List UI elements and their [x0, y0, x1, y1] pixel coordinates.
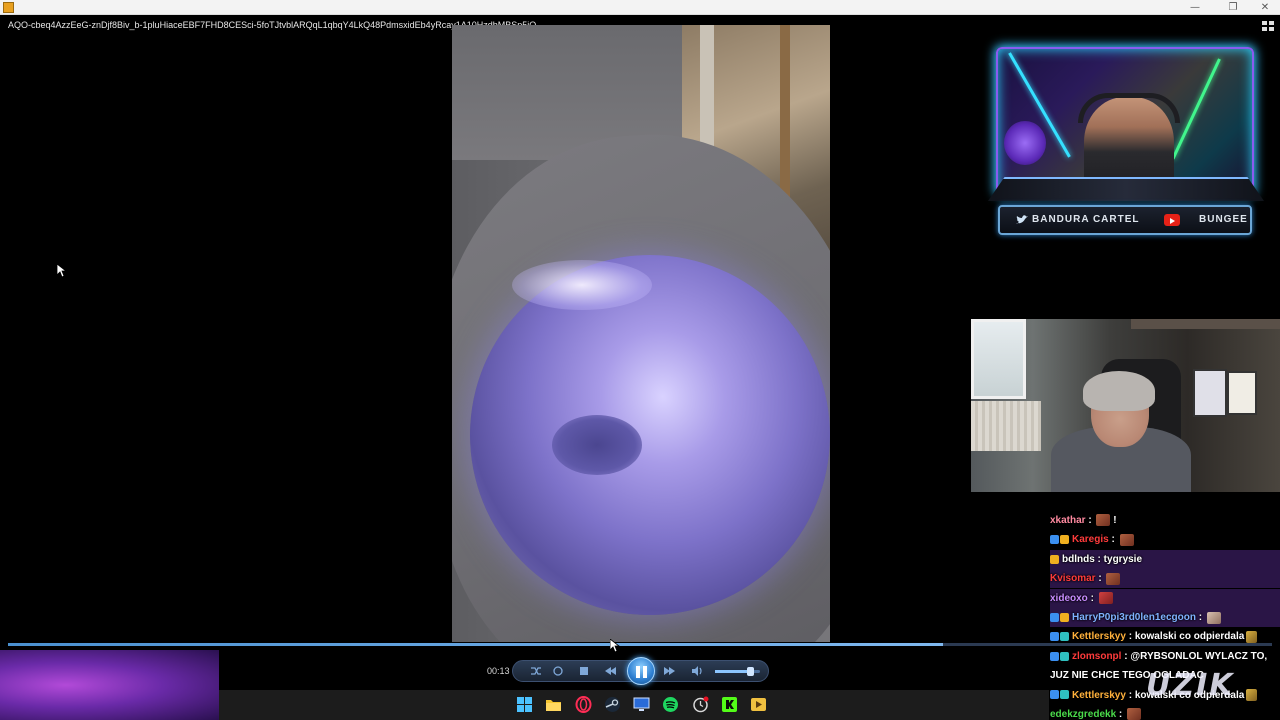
- blue-badge-icon: [1050, 690, 1059, 700]
- lion-logo-icon: [1004, 121, 1046, 165]
- chat-emote-icon: [1206, 611, 1221, 624]
- chat-message: HarryP0pi3rd0len1ecgoon :: [1050, 608, 1280, 627]
- chat-username[interactable]: Kettlerskyy: [1072, 632, 1126, 643]
- chat-username[interactable]: edekzgredekk: [1050, 709, 1116, 720]
- teal-badge-icon: [1060, 632, 1069, 642]
- repeat-icon[interactable]: [551, 664, 565, 678]
- chat-username[interactable]: xkathar: [1050, 515, 1086, 526]
- mouse-cursor-icon: [57, 264, 67, 278]
- chat-badges: [1050, 686, 1070, 705]
- fullscreen-icon[interactable]: [1261, 20, 1275, 32]
- purple-thumbnail: [0, 650, 219, 720]
- file-explorer-icon[interactable]: [545, 696, 562, 713]
- shuffle-icon[interactable]: [529, 664, 543, 678]
- blue-badge-icon: [1050, 632, 1059, 642]
- webcam-feed: [971, 319, 1280, 492]
- chat-emote-icon: [1246, 630, 1258, 643]
- chat-badges: [1050, 550, 1060, 569]
- chat-username[interactable]: zlomsonpl: [1072, 651, 1121, 662]
- chat-message: Kvisomar :: [1050, 569, 1280, 589]
- chat-badges: [1050, 647, 1070, 666]
- chat-message: xkathar : !: [1050, 514, 1117, 527]
- close-button[interactable]: ✕: [1248, 0, 1280, 15]
- chat-username[interactable]: Kettlerskyy: [1072, 690, 1126, 701]
- teal-badge-icon: [1060, 651, 1069, 661]
- chat-text: tygrysie: [1103, 553, 1143, 565]
- chat-emote-icon: [1127, 708, 1142, 720]
- chat-username[interactable]: bdlnds: [1062, 554, 1095, 565]
- seek-bar-progress: [8, 643, 944, 646]
- teal-badge-icon: [1060, 690, 1069, 700]
- stop-icon[interactable]: [577, 664, 591, 678]
- chat-emote-icon: [1119, 533, 1134, 546]
- window-titlebar: — ❐ ✕: [0, 0, 1280, 15]
- overlay-frame-bottom: [988, 177, 1264, 201]
- chat-username[interactable]: Karegis: [1072, 535, 1109, 546]
- blue-badge-icon: [1050, 535, 1059, 545]
- windows-start-icon[interactable]: [516, 696, 533, 713]
- chat-message: bdlnds : tygrysie: [1050, 549, 1280, 569]
- chat-text: kowalski co odpierdala: [1134, 631, 1245, 643]
- blue-badge-icon: [1050, 651, 1059, 661]
- volume-level: [715, 670, 751, 673]
- twitter-icon: [1016, 215, 1028, 224]
- opera-gx-icon[interactable]: [575, 696, 592, 713]
- gold-badge-icon: [1060, 612, 1069, 622]
- pause-button[interactable]: [627, 657, 655, 685]
- social-twitter-handle: BANDURA CARTEL: [1032, 214, 1140, 225]
- desktop: — ❐ ✕ AQO-cbeq4AzzEeG-znDjf8Biv_b-1pluHi…: [0, 0, 1280, 720]
- chat-emote-icon: [1246, 689, 1258, 702]
- spotify-icon[interactable]: [662, 696, 679, 713]
- streamer-cam-overlay: [996, 47, 1254, 195]
- chat-badges: [1050, 530, 1070, 549]
- headset-icon: [1078, 93, 1180, 123]
- previous-icon[interactable]: [604, 664, 618, 678]
- chat-username[interactable]: Kvisomar: [1050, 573, 1096, 584]
- chat-emote-icon: [1106, 572, 1121, 585]
- clock-app-icon[interactable]: [692, 696, 709, 713]
- volume-slider-handle[interactable]: [747, 667, 754, 676]
- gold-badge-icon: [1050, 554, 1059, 564]
- chat-badges: [1050, 608, 1070, 627]
- social-links-bar: BANDURA CARTEL BUNGEE: [998, 205, 1252, 235]
- seek-bar[interactable]: [8, 643, 1272, 646]
- channel-watermark: UZIK: [1146, 668, 1235, 703]
- media-player-icon[interactable]: [750, 696, 767, 713]
- chat-emote-icon: [1096, 514, 1111, 527]
- volume-icon[interactable]: [690, 664, 704, 678]
- gold-badge-icon: [1060, 535, 1069, 545]
- chat-username[interactable]: HarryP0pi3rd0len1ecgoon: [1072, 612, 1196, 623]
- chat-message: zlomsonpl : @RYBSONLOL WYLACZ TO,: [1050, 647, 1280, 666]
- chat-text: @RYBSONLOL WYLACZ TO,: [1130, 650, 1268, 662]
- seek-cursor-icon: [610, 639, 620, 653]
- maximize-button[interactable]: ❐: [1216, 0, 1250, 15]
- social-youtube-handle: BUNGEE: [1199, 214, 1248, 225]
- next-icon[interactable]: [662, 664, 676, 678]
- blue-badge-icon: [1050, 612, 1059, 622]
- chat-message: Karegis :: [1050, 530, 1280, 549]
- steam-icon[interactable]: [604, 696, 621, 713]
- chat-message: xideoxo :: [1050, 588, 1280, 608]
- chat-emote-icon: [1098, 591, 1113, 604]
- media-player-app-icon: [3, 2, 14, 13]
- elapsed-time: 00:13: [487, 666, 510, 676]
- youtube-icon: [1164, 214, 1180, 226]
- chat-message: edekzgredekk :: [1050, 705, 1280, 720]
- pause-icon: [636, 666, 640, 678]
- minimize-button[interactable]: —: [1178, 0, 1212, 15]
- video-frame[interactable]: [452, 25, 830, 642]
- monitor-icon[interactable]: [633, 696, 650, 713]
- kick-icon[interactable]: [721, 696, 738, 713]
- chat-username[interactable]: xideoxo: [1050, 593, 1088, 604]
